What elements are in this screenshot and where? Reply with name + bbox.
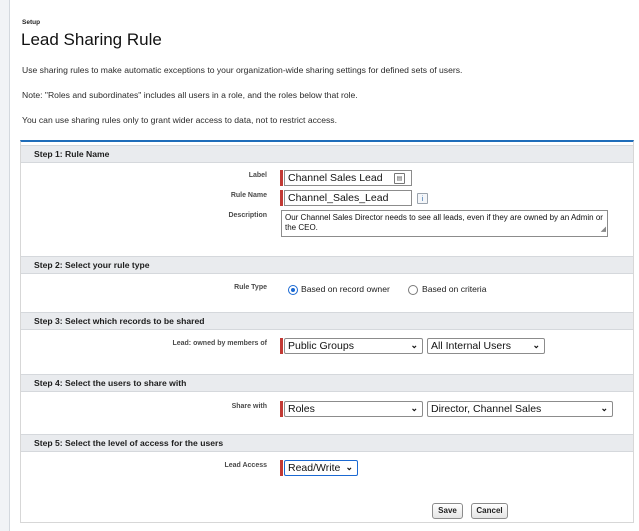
radio-based-on-criteria[interactable] [408, 285, 418, 295]
chevron-down-icon: ⌄ [532, 340, 540, 350]
page-title: Lead Sharing Rule [21, 30, 162, 49]
required-indicator [280, 401, 283, 417]
required-indicator [280, 460, 283, 476]
owner-group-type-value: Public Groups [288, 340, 354, 352]
description-label: Description [228, 212, 267, 219]
step1-header: Step 1: Rule Name [21, 145, 633, 163]
step5-header: Step 5: Select the level of access for t… [21, 434, 633, 452]
resize-grip-icon[interactable]: ◢ [601, 225, 606, 235]
chevron-down-icon: ⌄ [345, 462, 353, 472]
setup-label: Setup [22, 19, 41, 26]
left-sidebar-edge [0, 0, 10, 531]
step3-header: Step 3: Select which records to be share… [21, 312, 633, 330]
rule-name-input-value: Channel_Sales_Lead [288, 192, 389, 204]
share-type-select[interactable]: Roles ⌄ [284, 401, 423, 417]
cancel-button[interactable]: Cancel [471, 503, 508, 519]
info-text-3: You can use sharing rules only to grant … [22, 115, 337, 125]
chevron-down-icon: ⌄ [410, 340, 418, 350]
step1-title: Step 1: Rule Name [34, 149, 110, 159]
rule-name-input[interactable]: Channel_Sales_Lead [284, 190, 412, 206]
rule-name-label: Rule Name [230, 192, 267, 199]
share-with-value: Director, Channel Sales [431, 403, 542, 415]
owner-group-type-select[interactable]: Public Groups ⌄ [284, 338, 423, 354]
owner-group-value: All Internal Users [431, 340, 511, 352]
label-input-value: Channel Sales Lead [288, 172, 383, 184]
radio-based-on-owner-label: Based on record owner [301, 284, 390, 294]
label-input[interactable]: Channel Sales Lead [284, 170, 412, 186]
description-value: Our Channel Sales Director needs to see … [285, 213, 603, 232]
info-text-1: Use sharing rules to make automatic exce… [22, 65, 463, 75]
radio-based-on-owner[interactable] [288, 285, 298, 295]
share-with-label: Share with [231, 403, 267, 410]
contact-card-icon[interactable]: ▤ [394, 173, 405, 184]
step4-header: Step 4: Select the users to share with [21, 374, 633, 392]
share-with-select[interactable]: Director, Channel Sales ⌄ [427, 401, 613, 417]
description-textarea[interactable]: Our Channel Sales Director needs to see … [281, 210, 608, 237]
info-icon[interactable]: i [417, 193, 428, 204]
step5-title: Step 5: Select the level of access for t… [34, 438, 224, 448]
save-button[interactable]: Save [432, 503, 463, 519]
info-text-2: Note: "Roles and subordinates" includes … [22, 90, 358, 100]
step2-header: Step 2: Select your rule type [21, 256, 633, 274]
step2-title: Step 2: Select your rule type [34, 260, 150, 270]
label-field-label: Label [248, 172, 267, 179]
chevron-down-icon: ⌄ [600, 403, 608, 413]
chevron-down-icon: ⌄ [410, 403, 418, 413]
step4-title: Step 4: Select the users to share with [34, 378, 187, 388]
required-indicator [280, 338, 283, 354]
owned-by-label: Lead: owned by members of [172, 340, 267, 347]
share-type-value: Roles [288, 403, 315, 415]
radio-based-on-criteria-label: Based on criteria [422, 284, 487, 294]
step3-title: Step 3: Select which records to be share… [34, 316, 205, 326]
lead-access-label: Lead Access [224, 462, 267, 469]
sharing-rule-form: Step 1: Rule Name Label Channel Sales Le… [20, 140, 634, 523]
required-indicator [280, 190, 283, 206]
lead-access-value: Read/Write [288, 462, 341, 474]
required-indicator [280, 170, 283, 186]
rule-type-label: Rule Type [234, 284, 267, 291]
owner-group-select[interactable]: All Internal Users ⌄ [427, 338, 545, 354]
lead-access-select[interactable]: Read/Write ⌄ [284, 460, 358, 476]
